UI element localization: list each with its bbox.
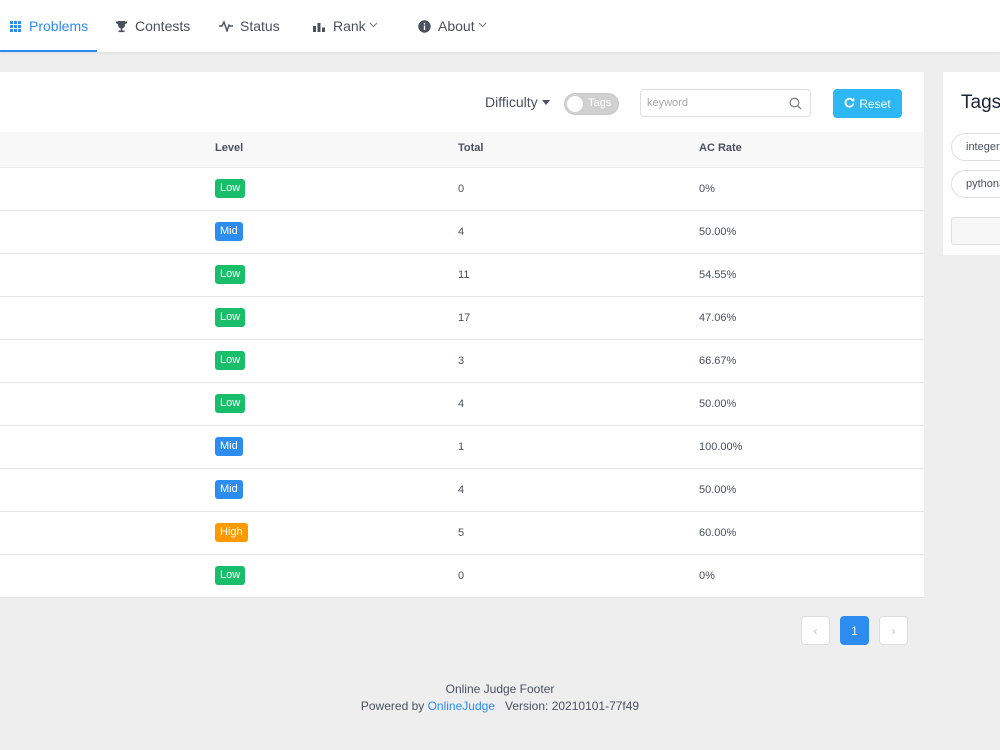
toggle-knob	[567, 96, 583, 112]
info-circle-icon	[417, 19, 431, 33]
nav-rank-label: Rank	[333, 18, 366, 34]
grid-icon	[8, 19, 22, 33]
level-badge: High	[215, 523, 248, 542]
tags-toggle-label: Tags	[588, 97, 612, 109]
level-badge: Low	[215, 179, 246, 198]
search-box	[640, 89, 811, 117]
total-cell: 1	[458, 441, 465, 453]
level-badge: Low	[215, 394, 246, 413]
refresh-icon	[844, 97, 855, 111]
search-icon[interactable]	[789, 97, 803, 111]
onlinejudge-link[interactable]: OnlineJudge	[428, 699, 495, 713]
tags-panel-title: Tags	[961, 92, 1000, 113]
search-input[interactable]	[647, 94, 787, 112]
total-cell: 11	[458, 269, 470, 281]
bar-chart-icon	[312, 19, 326, 33]
total-cell: 0	[458, 183, 465, 195]
chevron-down-icon	[369, 20, 378, 31]
table-row[interactable]: Mid 1 100.00%	[0, 426, 924, 469]
level-badge: Mid	[215, 437, 243, 456]
difficulty-label: Difficulty	[485, 94, 538, 110]
total-cell: 17	[458, 312, 471, 324]
level-badge: Low	[215, 308, 246, 327]
table-header: Level Total AC Rate	[0, 132, 924, 168]
table-row[interactable]: Mid 4 50.00%	[0, 469, 924, 512]
table-row[interactable]: Low 3 66.67%	[0, 340, 924, 383]
filter-toolbar: Difficulty Tags Reset	[0, 72, 924, 132]
problem-list-card: Difficulty Tags Reset Level Total AC Rat…	[0, 72, 924, 598]
tag-integer[interactable]: integer	[951, 133, 1000, 161]
column-header-level: Level	[215, 142, 244, 154]
nav-active-indicator	[0, 50, 97, 52]
tags-panel: Tags integer python3	[943, 72, 1000, 255]
level-badge: Low	[215, 566, 246, 585]
nav-problems[interactable]: Problems	[8, 0, 88, 52]
total-cell: 4	[458, 484, 465, 496]
ac-rate-cell: 50.00%	[699, 484, 737, 496]
nav-problems-label: Problems	[29, 18, 89, 34]
table-row[interactable]: Low 0 0%	[0, 168, 924, 211]
total-cell: 5	[458, 527, 465, 539]
total-cell: 4	[458, 226, 465, 238]
total-cell: 3	[458, 355, 465, 367]
difficulty-dropdown[interactable]: Difficulty	[485, 94, 550, 110]
level-badge: Low	[215, 351, 246, 370]
footer: Online Judge Footer Powered by OnlineJud…	[0, 681, 1000, 715]
pagination-next-button[interactable]: ›	[879, 616, 908, 645]
table-row[interactable]: Low 11 54.55%	[0, 254, 924, 297]
table-row[interactable]: Low 17 47.06%	[0, 297, 924, 340]
page-number: 1	[851, 623, 858, 638]
nav-status-label: Status	[240, 18, 280, 34]
table-row[interactable]: Low 4 50.00%	[0, 383, 924, 426]
tags-more-button[interactable]	[951, 217, 1000, 245]
nav-rank[interactable]: Rank	[312, 0, 378, 52]
footer-title: Online Judge Footer	[445, 682, 555, 696]
footer-version: Version: 20210101-77f49	[505, 699, 640, 713]
tag-python3[interactable]: python3	[951, 170, 1000, 198]
caret-down-icon	[541, 99, 550, 105]
column-header-total: Total	[458, 142, 484, 154]
footer-powered-by: Powered by	[360, 699, 425, 713]
total-cell: 4	[458, 398, 465, 410]
level-badge: Mid	[215, 480, 243, 499]
ac-rate-cell: 100.00%	[699, 441, 743, 453]
table-row[interactable]: Mid 4 50.00%	[0, 211, 924, 254]
table-row[interactable]: Low 0 0%	[0, 555, 924, 598]
total-cell: 0	[458, 570, 465, 582]
nav-about[interactable]: About	[417, 0, 487, 52]
ac-rate-cell: 60.00%	[699, 527, 737, 539]
nav-contests-label: Contests	[135, 18, 191, 34]
ac-rate-cell: 0%	[699, 183, 715, 195]
level-badge: Mid	[215, 222, 243, 241]
ac-rate-cell: 66.67%	[699, 355, 737, 367]
ac-rate-cell: 54.55%	[699, 269, 737, 281]
pagination-prev-button[interactable]: ‹	[801, 616, 830, 645]
footer-powered: Powered by OnlineJudge Version: 20210101…	[0, 698, 1000, 715]
pagination-page-1[interactable]: 1	[840, 616, 869, 645]
nav-contests[interactable]: Contests	[114, 0, 190, 52]
reset-button[interactable]: Reset	[833, 89, 902, 118]
chevron-left-icon: ‹	[813, 623, 818, 638]
column-header-ac-rate: AC Rate	[699, 142, 742, 154]
reset-label: Reset	[859, 96, 891, 111]
chevron-right-icon: ›	[891, 623, 896, 638]
ac-rate-cell: 47.06%	[699, 312, 737, 324]
nav-status[interactable]: Status	[219, 0, 280, 52]
pulse-icon	[219, 19, 233, 33]
ac-rate-cell: 0%	[699, 570, 715, 582]
table-row[interactable]: High 5 60.00%	[0, 512, 924, 555]
tags-toggle[interactable]: Tags	[564, 93, 619, 115]
nav-about-label: About	[438, 18, 475, 34]
trophy-icon	[114, 19, 128, 33]
top-navbar: Problems Contests Status Rank About	[0, 0, 1000, 52]
chevron-down-icon	[478, 20, 487, 31]
ac-rate-cell: 50.00%	[699, 226, 737, 238]
ac-rate-cell: 50.00%	[699, 398, 737, 410]
level-badge: Low	[215, 265, 246, 284]
